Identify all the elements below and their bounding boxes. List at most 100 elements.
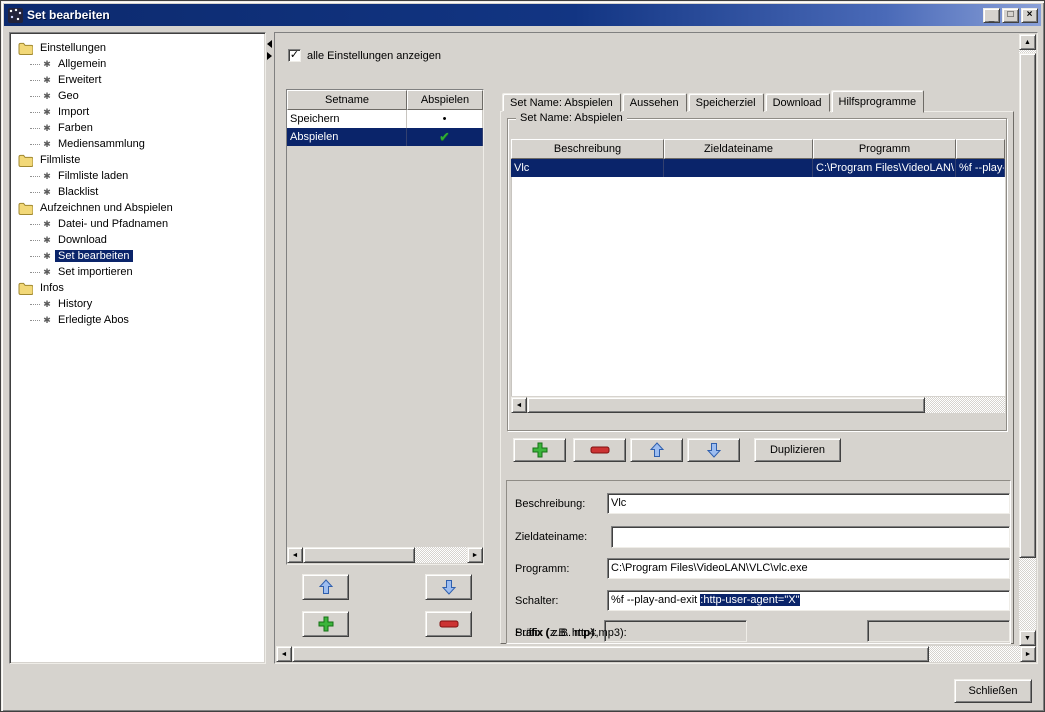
tree-node-set-importieren[interactable]: ✱Set importieren xyxy=(14,264,261,280)
titlebar[interactable]: Set bearbeiten _ □ × xyxy=(4,4,1041,26)
beschreibung-label: Beschreibung: xyxy=(515,498,585,510)
scroll-left-icon[interactable]: ◄ xyxy=(276,646,292,662)
maximize-button[interactable]: □ xyxy=(1002,8,1019,23)
set-add-button[interactable] xyxy=(302,611,349,637)
tab-speicherziel[interactable]: Speicherziel xyxy=(688,93,764,112)
folder-icon xyxy=(18,202,33,215)
scrollbar-thumb[interactable] xyxy=(292,646,929,662)
tree-node-infos[interactable]: Infos xyxy=(14,280,261,296)
tree-node-filmliste-laden[interactable]: ✱Filmliste laden xyxy=(14,168,261,184)
zieldateiname-input[interactable] xyxy=(611,526,1010,548)
tree-label: Filmliste xyxy=(37,154,83,166)
node-bullet-icon: ✱ xyxy=(41,107,53,118)
column-header-extra[interactable] xyxy=(956,139,1005,159)
minus-icon xyxy=(439,619,459,629)
tree-label: Infos xyxy=(37,282,67,294)
node-bullet-icon: ✱ xyxy=(41,267,53,278)
set-table-hscrollbar[interactable]: ◄ ► xyxy=(287,547,483,563)
tree-label: Blacklist xyxy=(55,186,101,198)
program-schalter-cell: %f --play-a xyxy=(956,159,1005,177)
show-all-settings-checkbox[interactable]: ✓ xyxy=(288,49,301,62)
programm-input[interactable]: C:\Program Files\VideoLAN\VLC\vlc.exe xyxy=(607,558,1010,579)
scroll-up-icon[interactable]: ▲ xyxy=(1019,34,1036,50)
set-list-table: Setname Abspielen Speichern • Abspielen … xyxy=(286,89,484,565)
node-bullet-icon: ✱ xyxy=(41,75,53,86)
program-zieldateiname-cell xyxy=(664,159,813,177)
tree-node-farben[interactable]: ✱Farben xyxy=(14,120,261,136)
minimize-button[interactable]: _ xyxy=(983,8,1000,23)
schalter-input[interactable]: %f --play-and-exit :http-user-agent="X" xyxy=(607,590,1010,611)
column-header-zieldateiname[interactable]: Zieldateiname xyxy=(664,139,813,159)
app-icon xyxy=(8,8,23,23)
program-row-vlc[interactable]: Vlc C:\Program Files\VideoLAN\... %f --p… xyxy=(511,159,1005,177)
scrollbar-thumb[interactable] xyxy=(303,547,415,563)
set-move-up-button[interactable] xyxy=(302,574,349,600)
scroll-left-icon[interactable]: ◄ xyxy=(511,397,527,413)
splitter-collapse-right-icon[interactable] xyxy=(267,52,272,60)
tree-label: Erledigte Abos xyxy=(55,314,132,326)
close-button[interactable]: × xyxy=(1021,8,1038,23)
node-bullet-icon: ✱ xyxy=(41,187,53,198)
duplicate-button[interactable]: Duplizieren xyxy=(754,438,841,462)
schliessen-button[interactable]: Schließen xyxy=(954,679,1032,703)
tree-node-mediensammlung[interactable]: ✱Mediensammlung xyxy=(14,136,261,152)
folder-icon xyxy=(18,154,33,167)
scroll-down-icon[interactable]: ▼ xyxy=(1019,630,1036,646)
suffix-label: Suffix ( z.B. mp4,mp3): xyxy=(515,627,627,639)
program-table-hscrollbar[interactable]: ◄ xyxy=(511,397,1005,413)
tree-label: Datei- und Pfadnamen xyxy=(55,218,171,230)
scrollbar-thumb[interactable] xyxy=(1019,53,1036,558)
tab-download[interactable]: Download xyxy=(765,93,830,112)
tab-aussehen[interactable]: Aussehen xyxy=(622,93,687,112)
main-hscrollbar[interactable]: ◄ ► xyxy=(276,646,1036,662)
set-move-down-button[interactable] xyxy=(425,574,472,600)
settings-tree: Einstellungen ✱Allgemein ✱Erweitert ✱Geo… xyxy=(9,32,266,664)
tree-node-geo[interactable]: ✱Geo xyxy=(14,88,261,104)
arrow-up-icon xyxy=(649,442,665,458)
set-remove-button[interactable] xyxy=(425,611,472,637)
main-vscrollbar[interactable]: ▲ ▼ xyxy=(1019,34,1036,646)
program-move-up-button[interactable] xyxy=(630,438,683,462)
window-title: Set bearbeiten xyxy=(27,8,110,22)
scroll-right-icon[interactable]: ► xyxy=(1020,646,1036,662)
tree-node-set-bearbeiten[interactable]: ✱Set bearbeiten xyxy=(14,248,261,264)
scroll-left-icon[interactable]: ◄ xyxy=(287,547,303,563)
splitter-handle[interactable] xyxy=(266,32,274,664)
scrollbar-thumb[interactable] xyxy=(527,397,925,413)
scroll-right-icon[interactable]: ► xyxy=(467,547,483,563)
set-row-speichern[interactable]: Speichern • xyxy=(287,110,483,128)
column-header-abspielen[interactable]: Abspielen xyxy=(407,90,483,110)
program-remove-button[interactable] xyxy=(573,438,626,462)
tree-node-einstellungen[interactable]: Einstellungen xyxy=(14,40,261,56)
tree-node-erledigte-abos[interactable]: ✱Erledigte Abos xyxy=(14,312,261,328)
tree-node-download[interactable]: ✱Download xyxy=(14,232,261,248)
dialog-set-bearbeiten: Set bearbeiten _ □ × Einstellungen ✱Allg… xyxy=(0,0,1045,712)
plus-icon xyxy=(531,441,549,459)
node-bullet-icon: ✱ xyxy=(41,139,53,150)
tree-node-filmliste[interactable]: Filmliste xyxy=(14,152,261,168)
tree-node-blacklist[interactable]: ✱Blacklist xyxy=(14,184,261,200)
tree-node-erweitert[interactable]: ✱Erweitert xyxy=(14,72,261,88)
node-bullet-icon: ✱ xyxy=(41,315,53,326)
node-bullet-icon: ✱ xyxy=(41,59,53,70)
column-header-programm[interactable]: Programm xyxy=(813,139,956,159)
tab-content-hilfsprogramme: Set Name: Abspielen Beschreibung Zieldat… xyxy=(500,111,1014,644)
tab-set-name-abspielen[interactable]: Set Name: Abspielen xyxy=(502,93,621,112)
splitter-collapse-left-icon[interactable] xyxy=(267,40,272,48)
tree-node-allgemein[interactable]: ✱Allgemein xyxy=(14,56,261,72)
tree-node-history[interactable]: ✱History xyxy=(14,296,261,312)
tree-label: Allgemein xyxy=(55,58,109,70)
beschreibung-input[interactable]: Vlc xyxy=(607,493,1010,514)
column-header-beschreibung[interactable]: Beschreibung xyxy=(511,139,664,159)
tree-label: Farben xyxy=(55,122,96,134)
maximize-icon: □ xyxy=(1007,10,1013,20)
column-header-setname[interactable]: Setname xyxy=(287,90,407,110)
tree-node-datei-pfadnamen[interactable]: ✱Datei- und Pfadnamen xyxy=(14,216,261,232)
tab-hilfsprogramme[interactable]: Hilfsprogramme xyxy=(831,90,925,113)
tree-node-aufzeichnen[interactable]: Aufzeichnen und Abspielen xyxy=(14,200,261,216)
program-add-button[interactable] xyxy=(513,438,566,462)
program-move-down-button[interactable] xyxy=(687,438,740,462)
tree-node-import[interactable]: ✱Import xyxy=(14,104,261,120)
set-row-abspielen[interactable]: Abspielen ✔ xyxy=(287,128,483,146)
program-beschreibung-cell: Vlc xyxy=(511,159,664,177)
